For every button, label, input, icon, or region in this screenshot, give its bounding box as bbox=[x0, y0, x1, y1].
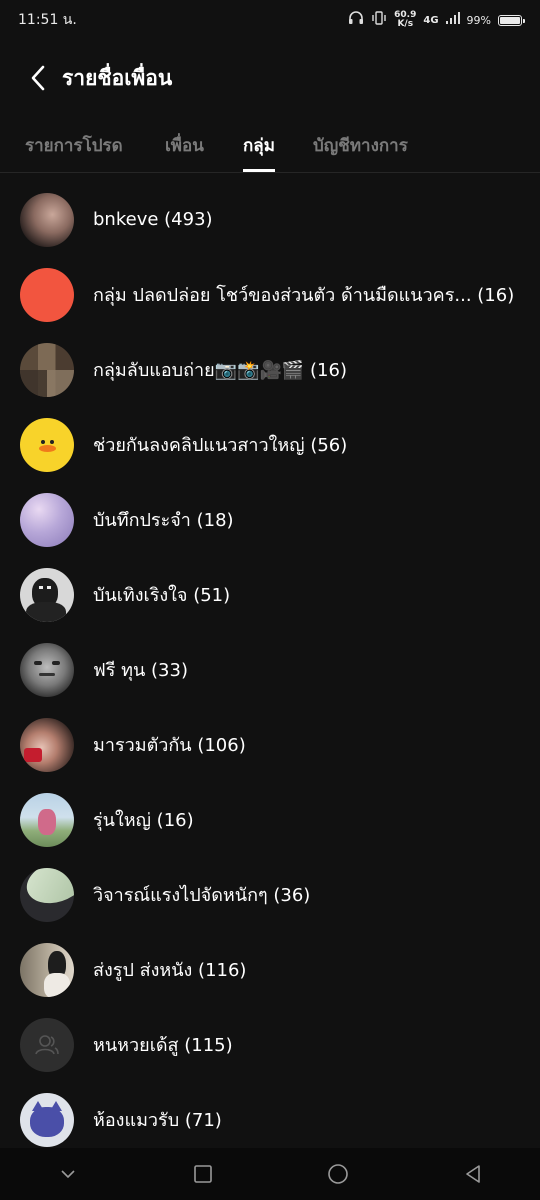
tab-label: เพื่อน bbox=[165, 135, 204, 156]
mask-avatar bbox=[20, 642, 74, 697]
group-row[interactable]: ฟรี ทุน (33) bbox=[0, 632, 540, 707]
system-nav-bar bbox=[0, 1148, 540, 1200]
tab-groups[interactable]: กลุ่ม bbox=[243, 118, 275, 172]
group-list: bnkeve (493) กลุ่ม ปลดปล่อย โชว์ของส่วนต… bbox=[0, 182, 540, 1157]
group-name: หนหวยเด้สู (115) bbox=[93, 1035, 233, 1056]
duck-avatar bbox=[20, 417, 74, 472]
back-triangle-icon[interactable] bbox=[443, 1148, 503, 1200]
headphones-icon bbox=[348, 11, 364, 29]
group-avatar bbox=[20, 567, 74, 622]
group-row[interactable]: รุ่นใหญ่ (16) bbox=[0, 782, 540, 857]
group-name: bnkeve (493) bbox=[93, 209, 213, 230]
net-speed: 60.9 K/s bbox=[394, 11, 416, 29]
tab-label: บัญชีทางการ bbox=[313, 135, 408, 156]
group-avatar bbox=[20, 867, 74, 922]
status-bar: 11:51 น. 60.9 K/s 4G 99% bbox=[0, 0, 540, 40]
battery-icon bbox=[498, 14, 525, 26]
active-tab-indicator bbox=[243, 169, 275, 172]
cat-avatar bbox=[20, 1092, 74, 1147]
network-type: 4G bbox=[423, 14, 439, 26]
group-name: ฟรี ทุน (33) bbox=[93, 660, 188, 681]
tab-official-accounts[interactable]: บัญชีทางการ bbox=[313, 118, 408, 172]
group-avatar bbox=[20, 792, 74, 847]
back-arrow-icon[interactable] bbox=[16, 56, 60, 100]
group-row[interactable]: บันเทิงเริงใจ (51) bbox=[0, 557, 540, 632]
tab-friends[interactable]: เพื่อน bbox=[165, 118, 204, 172]
tab-favorites[interactable]: รายการโปรด bbox=[25, 118, 123, 172]
group-name: บันทึกประจำ (18) bbox=[93, 510, 234, 531]
group-row[interactable]: ห้องแมวรับ (71) bbox=[0, 1082, 540, 1157]
vibrate-icon bbox=[371, 11, 387, 29]
group-name: กลุ่ม ปลดปล่อย โชว์ของส่วนตัว ด้านมืดแนว… bbox=[93, 285, 515, 306]
recent-apps-icon[interactable] bbox=[173, 1148, 233, 1200]
default-group-avatar bbox=[20, 1017, 74, 1072]
group-name: ห้องแมวรับ (71) bbox=[93, 1110, 222, 1131]
group-avatar bbox=[20, 267, 74, 322]
group-name: วิจารณ์แรงไปจัดหนักๆ (36) bbox=[93, 885, 311, 906]
group-avatar bbox=[20, 192, 74, 247]
people-icon bbox=[35, 1034, 59, 1054]
battery-percent: 99% bbox=[466, 13, 491, 27]
group-name: บันเทิงเริงใจ (51) bbox=[93, 585, 231, 606]
home-icon[interactable] bbox=[308, 1148, 368, 1200]
tab-label: รายการโปรด bbox=[25, 135, 123, 156]
group-row[interactable]: หนหวยเด้สู (115) bbox=[0, 1007, 540, 1082]
status-time: 11:51 น. bbox=[18, 12, 77, 28]
group-avatar bbox=[20, 342, 74, 397]
net-speed-unit: K/s bbox=[397, 19, 414, 29]
group-row[interactable]: bnkeve (493) bbox=[0, 182, 540, 257]
group-name: ส่งรูป ส่งหนัง (116) bbox=[93, 960, 247, 981]
group-avatar bbox=[20, 492, 74, 547]
tab-label: กลุ่ม bbox=[243, 135, 275, 156]
group-avatar bbox=[20, 717, 74, 772]
group-row[interactable]: ช่วยกันลงคลิปแนวสาวใหญ่ (56) bbox=[0, 407, 540, 482]
group-row[interactable]: กลุ่มลับแอบถ่าย📷📸🎥🎬 (16) bbox=[0, 332, 540, 407]
group-row[interactable]: วิจารณ์แรงไปจัดหนักๆ (36) bbox=[0, 857, 540, 932]
group-name: กลุ่มลับแอบถ่าย📷📸🎥🎬 (16) bbox=[93, 360, 347, 381]
status-icons: 60.9 K/s 4G 99% bbox=[348, 11, 525, 29]
group-row[interactable]: มารวมตัวกัน (106) bbox=[0, 707, 540, 782]
tab-bar: รายการโปรด เพื่อน กลุ่ม บัญชีทางการ bbox=[0, 118, 540, 173]
group-row[interactable]: บันทึกประจำ (18) bbox=[0, 482, 540, 557]
group-name: รุ่นใหญ่ (16) bbox=[93, 810, 194, 831]
page-title: รายชื่อเพื่อน bbox=[62, 65, 173, 90]
group-name: มารวมตัวกัน (106) bbox=[93, 735, 246, 756]
chevron-down-icon[interactable] bbox=[38, 1148, 98, 1200]
battery-fill bbox=[500, 16, 520, 24]
app-header: รายชื่อเพื่อน bbox=[0, 50, 540, 106]
group-row[interactable]: กลุ่ม ปลดปล่อย โชว์ของส่วนตัว ด้านมืดแนว… bbox=[0, 257, 540, 332]
signal-icon bbox=[445, 12, 460, 28]
group-row[interactable]: ส่งรูป ส่งหนัง (116) bbox=[0, 932, 540, 1007]
group-avatar bbox=[20, 942, 74, 997]
group-name: ช่วยกันลงคลิปแนวสาวใหญ่ (56) bbox=[93, 435, 348, 456]
